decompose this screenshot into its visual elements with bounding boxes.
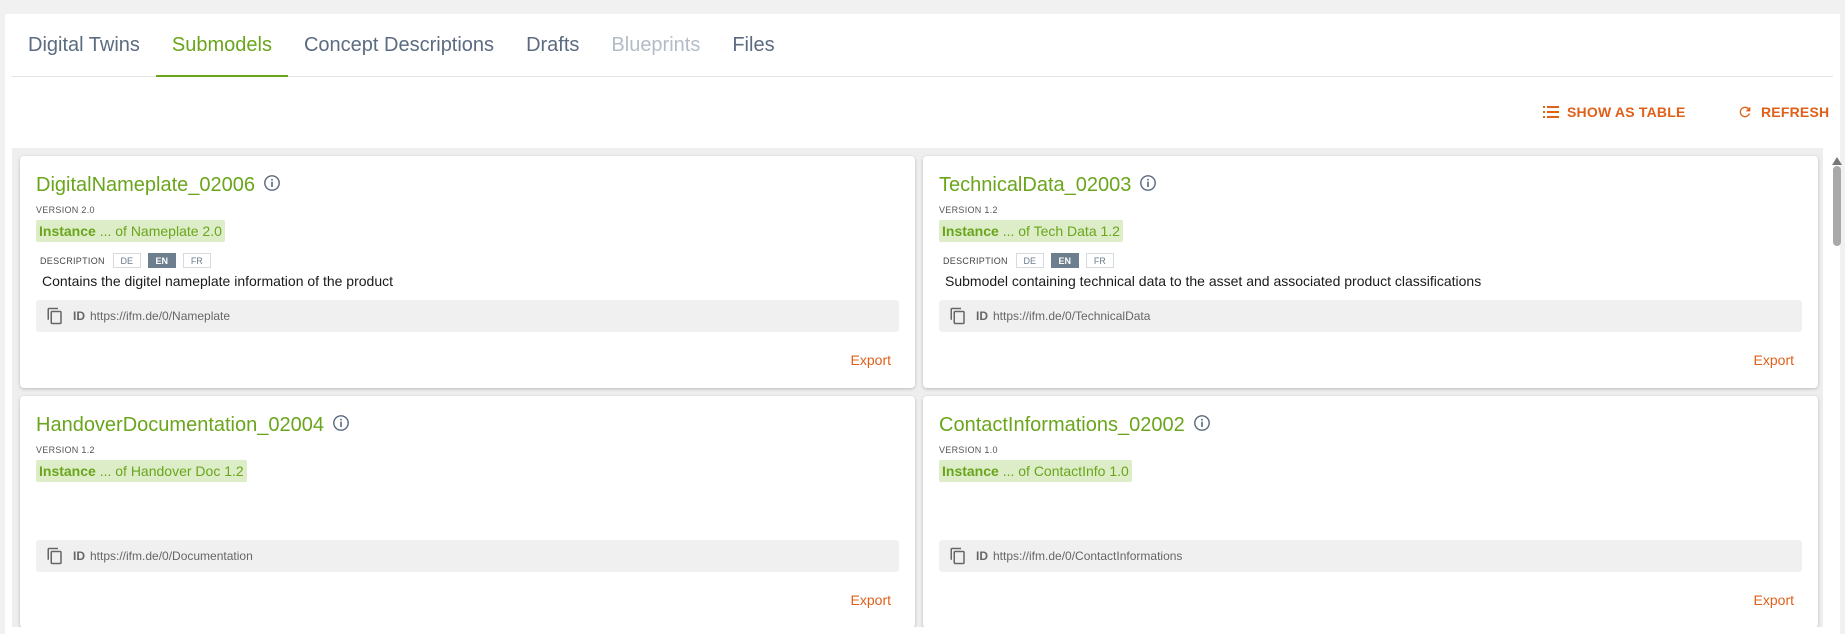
export-button[interactable]: Export bbox=[1754, 352, 1794, 368]
id-label: ID bbox=[976, 549, 988, 563]
scrollbar[interactable] bbox=[1830, 148, 1845, 627]
tab-blueprints: Blueprints bbox=[611, 33, 701, 56]
instance-badge: Instance ... of Nameplate 2.0 bbox=[36, 220, 225, 242]
version-label: VERSION 2.0 bbox=[36, 205, 95, 215]
list-icon bbox=[1543, 105, 1559, 119]
export-button[interactable]: Export bbox=[851, 352, 891, 368]
copy-icon[interactable] bbox=[949, 307, 967, 325]
instance-template: ... of Tech Data 1.2 bbox=[998, 223, 1120, 239]
version-label: VERSION 1.0 bbox=[939, 445, 998, 455]
id-value: https://ifm.de/0/TechnicalData bbox=[993, 309, 1151, 323]
id-label: ID bbox=[976, 309, 988, 323]
copy-icon[interactable] bbox=[46, 307, 64, 325]
submodel-card: TechnicalData_02003 VERSION 1.2 Instance… bbox=[923, 156, 1818, 388]
id-bar: ID https://ifm.de/0/Nameplate bbox=[36, 300, 899, 332]
id-label: ID bbox=[73, 549, 85, 563]
export-button[interactable]: Export bbox=[851, 592, 891, 608]
card-title: HandoverDocumentation_02004 bbox=[36, 414, 350, 437]
description-header: DESCRIPTION DE EN FR bbox=[943, 253, 1114, 268]
lang-de-button[interactable]: DE bbox=[1015, 253, 1044, 268]
submodel-name[interactable]: TechnicalData_02003 bbox=[939, 174, 1131, 197]
id-value: https://ifm.de/0/Nameplate bbox=[90, 309, 231, 323]
description-header: DESCRIPTION DE EN FR bbox=[40, 253, 211, 268]
description-text: Contains the digitel nameplate informati… bbox=[42, 273, 393, 289]
instance-template: ... of Handover Doc 1.2 bbox=[95, 463, 244, 479]
id-value: https://ifm.de/0/ContactInformations bbox=[993, 549, 1183, 563]
description-text: Submodel containing technical data to th… bbox=[945, 273, 1482, 289]
description-label: DESCRIPTION bbox=[40, 255, 105, 266]
info-icon[interactable] bbox=[263, 174, 281, 197]
lang-fr-button[interactable]: FR bbox=[182, 253, 211, 268]
tab-concept-descriptions[interactable]: Concept Descriptions bbox=[288, 14, 510, 76]
submodel-card: HandoverDocumentation_02004 VERSION 1.2 … bbox=[20, 396, 915, 627]
instance-badge: Instance ... of ContactInfo 1.0 bbox=[939, 460, 1132, 482]
instance-lead: Instance bbox=[39, 223, 96, 239]
instance-lead: Instance bbox=[942, 463, 999, 479]
card-title: TechnicalData_02003 bbox=[939, 174, 1157, 197]
tab-digital-twins[interactable]: Digital Twins bbox=[12, 14, 156, 76]
submodel-card: DigitalNameplate_02006 VERSION 2.0 Insta… bbox=[20, 156, 915, 388]
tab-files[interactable]: Files bbox=[716, 14, 790, 76]
submodel-card: ContactInformations_02002 VERSION 1.0 In… bbox=[923, 396, 1818, 627]
lang-en-button[interactable]: EN bbox=[147, 253, 176, 268]
info-icon[interactable] bbox=[1193, 414, 1211, 437]
refresh-button[interactable]: REFRESH bbox=[1737, 101, 1829, 123]
submodel-name[interactable]: HandoverDocumentation_02004 bbox=[36, 414, 324, 437]
id-label: ID bbox=[73, 309, 85, 323]
lang-fr-button[interactable]: FR bbox=[1085, 253, 1114, 268]
instance-badge: Instance ... of Handover Doc 1.2 bbox=[36, 460, 247, 482]
instance-lead: Instance bbox=[39, 463, 96, 479]
tab-drafts[interactable]: Drafts bbox=[510, 14, 595, 76]
submodel-name[interactable]: ContactInformations_02002 bbox=[939, 414, 1185, 437]
instance-lead: Instance bbox=[942, 223, 999, 239]
version-label: VERSION 1.2 bbox=[36, 445, 95, 455]
instance-badge: Instance ... of Tech Data 1.2 bbox=[939, 220, 1123, 242]
info-icon[interactable] bbox=[1139, 174, 1157, 197]
id-bar: ID https://ifm.de/0/TechnicalData bbox=[939, 300, 1802, 332]
copy-icon[interactable] bbox=[949, 547, 967, 565]
tab-submodels[interactable]: Submodels bbox=[155, 14, 289, 77]
submodel-list[interactable]: DigitalNameplate_02006 VERSION 2.0 Insta… bbox=[12, 148, 1823, 627]
refresh-icon bbox=[1737, 104, 1753, 120]
show-as-table-button[interactable]: SHOW AS TABLE bbox=[1543, 101, 1685, 123]
lang-de-button[interactable]: DE bbox=[112, 253, 141, 268]
show-as-table-label: SHOW AS TABLE bbox=[1567, 104, 1686, 120]
info-icon[interactable] bbox=[332, 414, 350, 437]
submodel-name[interactable]: DigitalNameplate_02006 bbox=[36, 174, 255, 197]
card-title: DigitalNameplate_02006 bbox=[36, 174, 281, 197]
id-bar: ID https://ifm.de/0/ContactInformations bbox=[939, 540, 1802, 572]
tab-bar: Digital Twins Submodels Concept Descript… bbox=[12, 14, 1833, 77]
lang-en-button[interactable]: EN bbox=[1050, 253, 1079, 268]
description-label: DESCRIPTION bbox=[943, 255, 1008, 266]
refresh-label: REFRESH bbox=[1761, 104, 1830, 120]
card-title: ContactInformations_02002 bbox=[939, 414, 1211, 437]
export-button[interactable]: Export bbox=[1754, 592, 1794, 608]
id-value: https://ifm.de/0/Documentation bbox=[90, 549, 253, 563]
copy-icon[interactable] bbox=[46, 547, 64, 565]
id-bar: ID https://ifm.de/0/Documentation bbox=[36, 540, 899, 572]
instance-template: ... of Nameplate 2.0 bbox=[95, 223, 222, 239]
version-label: VERSION 1.2 bbox=[939, 205, 998, 215]
instance-template: ... of ContactInfo 1.0 bbox=[998, 463, 1129, 479]
scroll-thumb[interactable] bbox=[1833, 166, 1841, 246]
